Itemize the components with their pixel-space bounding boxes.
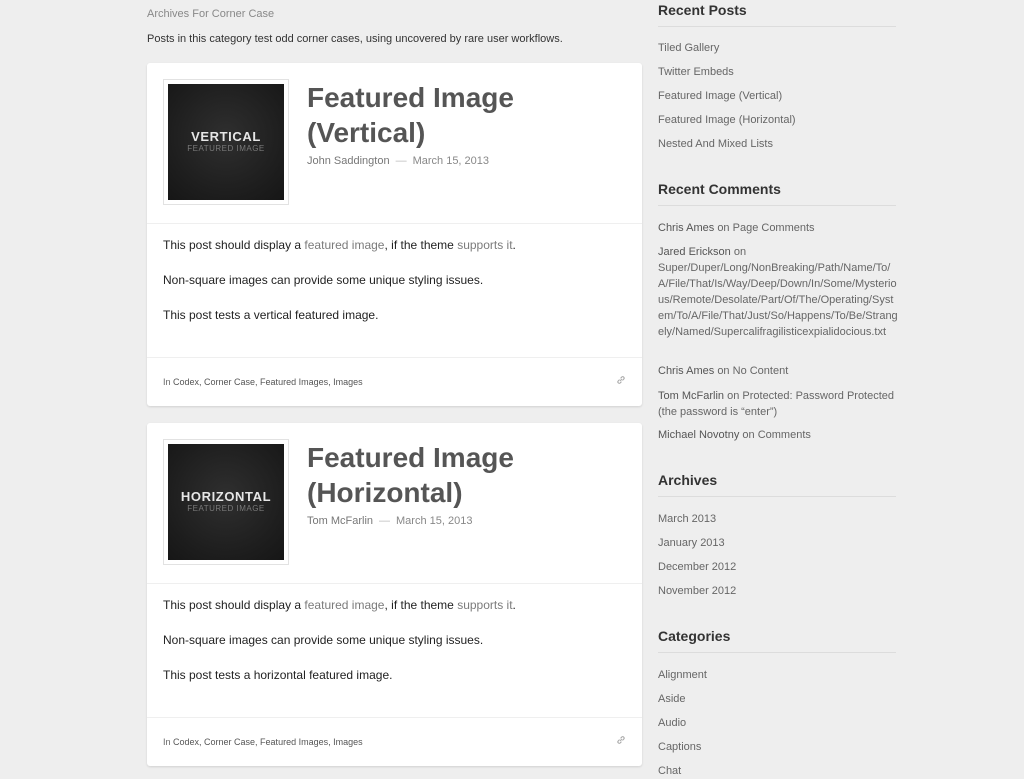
widget-title-recent-comments: Recent Comments — [658, 181, 896, 206]
recent-post-link[interactable]: Featured Image (Horizontal) — [658, 112, 898, 128]
featured-image-thumbnail[interactable]: VERTICAL FEATURED IMAGE — [168, 84, 284, 200]
post-meta: Tom McFarlin — March 15, 2013 — [307, 515, 472, 527]
recent-post-link[interactable]: Tiled Gallery — [658, 40, 898, 56]
comment-author[interactable]: Chris Ames — [658, 365, 714, 377]
divider — [147, 717, 642, 718]
supports-it-link[interactable]: supports it — [457, 238, 512, 252]
post-paragraph: This post tests a horizontal featured im… — [163, 668, 393, 682]
post-categories: In Codex, Corner Case, Featured Images, … — [163, 737, 363, 747]
featured-image[interactable]: HORIZONTAL FEATURED IMAGE — [163, 439, 289, 565]
comment-post-link[interactable]: Page Comments — [733, 222, 815, 234]
recent-comment: Chris Ames on No Content — [658, 363, 898, 379]
post-paragraph: Non-square images can provide some uniqu… — [163, 633, 484, 647]
recent-comment: Jared Erickson on Super/Duper/Long/NonBr… — [658, 244, 898, 340]
post-date[interactable]: March 15, 2013 — [396, 515, 472, 527]
recent-post-link[interactable]: Nested And Mixed Lists — [658, 136, 898, 152]
post-title[interactable]: Featured Image (Horizontal) — [307, 440, 627, 510]
recent-post-link[interactable]: Featured Image (Vertical) — [658, 88, 898, 104]
category-link[interactable]: Captions — [658, 739, 898, 755]
post-meta: John Saddington — March 15, 2013 — [307, 155, 489, 167]
archive-link[interactable]: January 2013 — [658, 535, 898, 551]
supports-it-link[interactable]: supports it — [457, 598, 512, 612]
paragraph-text: , if the theme — [384, 598, 458, 612]
archive-link[interactable]: November 2012 — [658, 583, 898, 599]
thumbnail-text: HORIZONTAL — [180, 489, 272, 504]
post-paragraph: This post should display a featured imag… — [163, 598, 623, 612]
category-link[interactable]: Chat — [658, 763, 898, 779]
comment-on: on — [717, 365, 730, 377]
meta-separator: — — [379, 515, 391, 527]
paragraph-text: This post should display a — [163, 598, 305, 612]
comment-on: on — [742, 429, 755, 441]
comment-on: on — [727, 390, 740, 402]
thumbnail-subtext: FEATURED IMAGE — [187, 504, 265, 513]
categories-prefix: In — [163, 737, 174, 747]
post-date[interactable]: March 15, 2013 — [413, 155, 489, 167]
category-link[interactable]: Alignment — [658, 667, 898, 683]
widget-title-categories: Categories — [658, 628, 896, 653]
comment-post-link[interactable]: Super/Duper/Long/NonBreaking/Path/Name/T… — [658, 262, 898, 338]
widget-title-archives: Archives — [658, 472, 896, 497]
comment-author[interactable]: Michael Novotny — [658, 429, 739, 441]
comment-on: on — [717, 222, 730, 234]
link-icon[interactable] — [616, 735, 626, 745]
thumbnail-text: VERTICAL — [191, 129, 261, 144]
recent-comment: Michael Novotny on Comments — [658, 427, 898, 443]
link-icon[interactable] — [616, 375, 626, 385]
divider — [147, 223, 642, 224]
post-card: HORIZONTAL FEATURED IMAGE Featured Image… — [147, 423, 642, 766]
post-paragraph: Non-square images can provide some uniqu… — [163, 273, 484, 287]
post-card: VERTICAL FEATURED IMAGE Featured Image (… — [147, 63, 642, 406]
featured-image-link[interactable]: featured image — [304, 238, 384, 252]
comment-author[interactable]: Tom McFarlin — [658, 390, 724, 402]
archive-link[interactable]: March 2013 — [658, 511, 898, 527]
thumbnail-subtext: FEATURED IMAGE — [187, 144, 265, 153]
divider — [147, 357, 642, 358]
paragraph-text: This post should display a — [163, 238, 305, 252]
recent-post-link[interactable]: Twitter Embeds — [658, 64, 898, 80]
post-paragraph: This post should display a featured imag… — [163, 238, 623, 252]
meta-separator: — — [395, 155, 407, 167]
category-link[interactable]: Aside — [658, 691, 898, 707]
archive-link[interactable]: December 2012 — [658, 559, 898, 575]
featured-image[interactable]: VERTICAL FEATURED IMAGE — [163, 79, 289, 205]
category-links[interactable]: Codex, Corner Case, Featured Images, Ima… — [173, 377, 363, 387]
paragraph-text: . — [512, 598, 516, 612]
widget-title-recent-posts: Recent Posts — [658, 2, 896, 27]
comment-on: on — [733, 246, 747, 258]
archive-title: Archives For Corner Case — [147, 8, 275, 20]
category-link[interactable]: Audio — [658, 715, 898, 731]
recent-comment: Chris Ames on Page Comments — [658, 220, 898, 236]
comment-post-link[interactable]: No Content — [733, 365, 789, 377]
post-author[interactable]: John Saddington — [307, 155, 390, 167]
comment-author[interactable]: Chris Ames — [658, 222, 714, 234]
recent-comment: Tom McFarlin on Protected: Password Prot… — [658, 388, 898, 420]
paragraph-text: . — [512, 238, 516, 252]
post-categories: In Codex, Corner Case, Featured Images, … — [163, 377, 363, 387]
post-paragraph: This post tests a vertical featured imag… — [163, 308, 379, 322]
divider — [147, 583, 642, 584]
categories-prefix: In — [163, 377, 174, 387]
post-author[interactable]: Tom McFarlin — [307, 515, 373, 527]
featured-image-link[interactable]: featured image — [304, 598, 384, 612]
paragraph-text: , if the theme — [384, 238, 458, 252]
comment-author[interactable]: Jared Erickson — [658, 246, 731, 258]
category-links[interactable]: Codex, Corner Case, Featured Images, Ima… — [173, 737, 363, 747]
comment-post-link[interactable]: Comments — [758, 429, 811, 441]
post-title[interactable]: Featured Image (Vertical) — [307, 80, 627, 150]
archive-description: Posts in this category test odd corner c… — [147, 33, 563, 45]
featured-image-thumbnail[interactable]: HORIZONTAL FEATURED IMAGE — [168, 444, 284, 560]
